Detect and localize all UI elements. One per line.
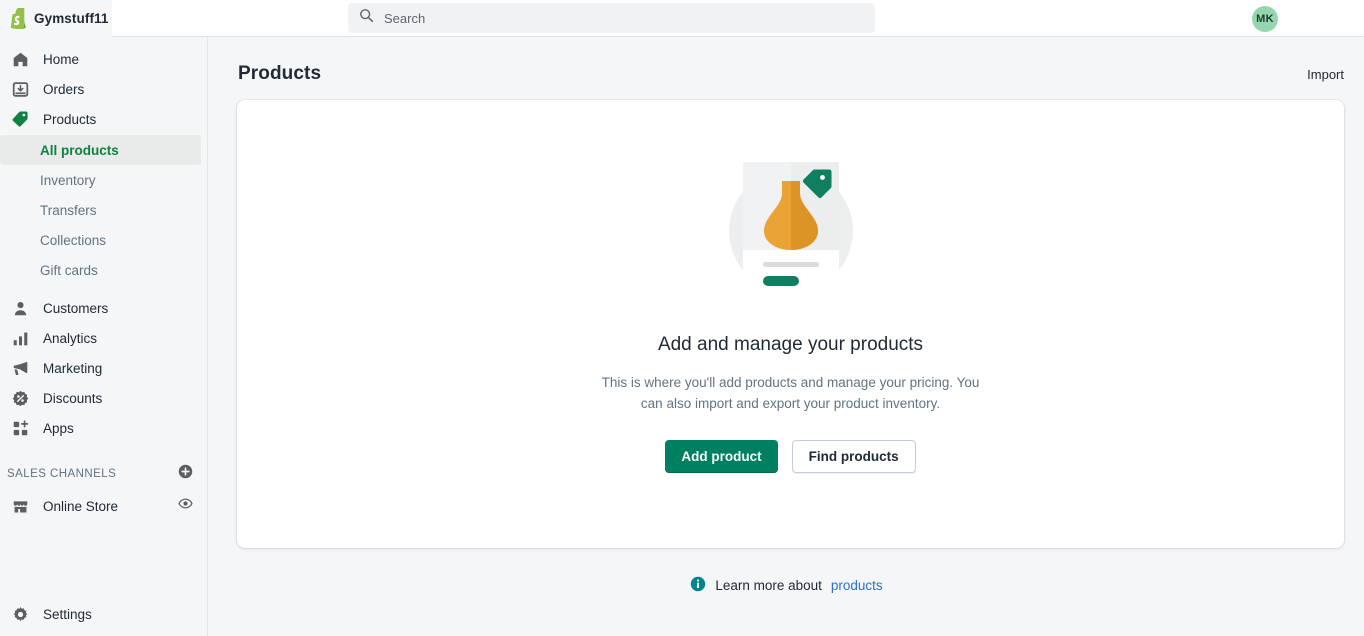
sidebar-item-home[interactable]: Home: [0, 44, 207, 74]
learn-more-text: Learn more about: [715, 578, 822, 593]
page-header: Products Import: [209, 37, 1364, 85]
sales-channels-title: SALES CHANNELS: [7, 468, 116, 480]
subitem-label: Collections: [40, 233, 106, 248]
sidebar-item-transfers[interactable]: Transfers: [0, 195, 207, 225]
discount-percent-icon: [10, 388, 30, 408]
product-placeholder-illustration: [691, 154, 891, 304]
import-button[interactable]: Import: [1307, 67, 1344, 82]
sidebar-item-orders[interactable]: Orders: [0, 74, 207, 104]
empty-state-title: Add and manage your products: [658, 334, 923, 356]
sidebar-item-label: Apps: [43, 421, 74, 436]
search-input[interactable]: Search: [348, 3, 875, 33]
sidebar-item-all-products[interactable]: All products: [0, 135, 201, 165]
subitem-label: All products: [40, 143, 119, 158]
sidebar-item-label: Marketing: [43, 361, 102, 376]
sidebar-item-label: Home: [43, 52, 79, 67]
sales-channels-header: SALES CHANNELS: [0, 457, 207, 491]
add-product-button[interactable]: Add product: [665, 440, 777, 473]
nav-spacer: [0, 285, 207, 293]
info-circle-icon: [690, 576, 706, 595]
sidebar-item-inventory[interactable]: Inventory: [0, 165, 207, 195]
empty-state-description: This is where you'll add products and ma…: [601, 372, 981, 414]
customer-person-icon: [10, 298, 30, 318]
products-link[interactable]: products: [831, 578, 883, 593]
sidebar-item-settings[interactable]: Settings: [0, 592, 208, 636]
sidebar-item-online-store[interactable]: Online Store: [0, 491, 207, 521]
search-icon: [359, 8, 374, 28]
sidebar-item-label: Discounts: [43, 391, 102, 406]
sales-channel-label: Online Store: [43, 499, 165, 514]
sidebar-item-gift-cards[interactable]: Gift cards: [0, 255, 207, 285]
brand-name: Gymstuff11: [34, 11, 109, 26]
sidebar-item-products[interactable]: Products: [0, 104, 207, 134]
sidebar-item-marketing[interactable]: Marketing: [0, 353, 207, 383]
sidebar-item-apps[interactable]: Apps: [0, 413, 207, 443]
sidebar-item-label: Customers: [43, 301, 108, 316]
eye-view-icon[interactable]: [178, 496, 193, 516]
brand-chip[interactable]: Gymstuff11: [0, 0, 112, 37]
gear-icon: [10, 604, 30, 624]
product-tag-icon: [10, 109, 30, 129]
products-subnav: All products Inventory Transfers Collect…: [0, 135, 207, 285]
sidebar-item-analytics[interactable]: Analytics: [0, 323, 207, 353]
sidebar-item-discounts[interactable]: Discounts: [0, 383, 207, 413]
sidebar-item-collections[interactable]: Collections: [0, 225, 207, 255]
sidebar-item-label: Analytics: [43, 331, 97, 346]
shopify-bag-icon: [7, 8, 27, 28]
home-icon: [10, 49, 30, 69]
sidebar-item-label: Products: [43, 112, 96, 127]
marketing-megaphone-icon: [10, 358, 30, 378]
add-circle-icon[interactable]: [178, 464, 193, 484]
top-bar: Gymstuff11 Search MK: [0, 0, 1364, 37]
sidebar-item-customers[interactable]: Customers: [0, 293, 207, 323]
settings-label: Settings: [43, 607, 92, 622]
subitem-label: Gift cards: [40, 263, 98, 278]
avatar[interactable]: MK: [1252, 6, 1278, 32]
find-products-button[interactable]: Find products: [792, 440, 916, 473]
sidebar: Home Orders Products: [0, 37, 208, 636]
orders-inbox-icon: [10, 79, 30, 99]
storefront-icon: [10, 496, 30, 516]
empty-state-card: Add and manage your products This is whe…: [237, 100, 1344, 548]
analytics-bars-icon: [10, 328, 30, 348]
main-content: Products Import Add and manage your prod…: [209, 37, 1364, 636]
subitem-label: Transfers: [40, 203, 97, 218]
learn-more-footer: Learn more about products: [209, 576, 1364, 595]
apps-grid-icon: [10, 418, 30, 438]
search-placeholder: Search: [384, 11, 425, 26]
page-title: Products: [238, 63, 321, 85]
subitem-label: Inventory: [40, 173, 96, 188]
sidebar-item-label: Orders: [43, 82, 84, 97]
empty-state-actions: Add product Find products: [665, 440, 915, 473]
